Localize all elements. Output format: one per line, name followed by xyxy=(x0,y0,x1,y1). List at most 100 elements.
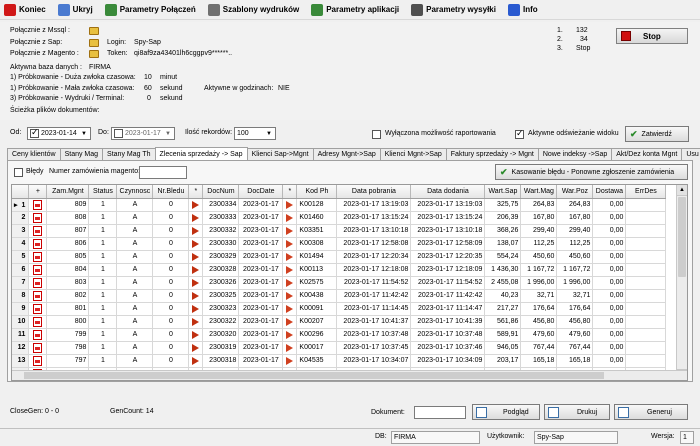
table-row[interactable]: 6 804 1 A 0 2300328 2023-01-17 K00113 2023-01-17… xyxy=(12,263,667,277)
column-header[interactable]: + xyxy=(28,185,48,199)
arrow-right-icon[interactable] xyxy=(192,239,200,248)
reporting-disabled-checkbox[interactable] xyxy=(372,130,381,139)
column-header[interactable]: * xyxy=(282,185,298,199)
tab-8[interactable]: Nowe indeksy ->Sap xyxy=(537,148,613,160)
scroll-thumb[interactable] xyxy=(678,197,686,277)
tab-0[interactable]: Ceny klientów xyxy=(7,148,61,160)
table-row[interactable]: 2 808 1 A 0 2300333 2023-01-17 K01460 2023-01-17… xyxy=(12,211,667,225)
pdf-document-icon[interactable] xyxy=(33,329,43,340)
date-to-checkbox[interactable] xyxy=(114,129,123,138)
column-header[interactable]: DocNum xyxy=(202,185,240,199)
tab-5[interactable]: Adresy Mgnt->Sap xyxy=(312,148,381,160)
date-from-picker[interactable]: 2023-01-14 ▼ xyxy=(27,127,91,140)
pdf-document-icon[interactable] xyxy=(33,303,43,314)
arrow-right-icon[interactable] xyxy=(192,291,200,300)
table-row[interactable]: 13 797 1 A 0 2300318 2023-01-17 K04535 2023-01-1… xyxy=(12,354,667,368)
arrow-right-icon[interactable] xyxy=(192,356,200,365)
pdf-document-icon[interactable] xyxy=(33,225,43,236)
order-number-input[interactable] xyxy=(139,166,187,179)
pdf-document-icon[interactable] xyxy=(33,277,43,288)
toolbar-button-0[interactable]: Koniec xyxy=(4,3,46,16)
arrow-right-icon[interactable] xyxy=(286,343,294,352)
arrow-right-icon[interactable] xyxy=(192,317,200,326)
arrow-right-icon[interactable] xyxy=(286,265,294,274)
arrow-right-icon[interactable] xyxy=(286,239,294,248)
pdf-document-icon[interactable] xyxy=(33,264,43,275)
table-row[interactable]: 10 800 1 A 0 2300322 2023-01-17 K00207 2023-01-1… xyxy=(12,315,667,329)
arrow-right-icon[interactable] xyxy=(286,317,294,326)
arrow-right-icon[interactable] xyxy=(192,200,200,209)
scroll-up-icon[interactable]: ▲ xyxy=(677,185,687,196)
toolbar-button-3[interactable]: Szablony wydruków xyxy=(207,3,299,16)
column-header[interactable]: Dostawa xyxy=(592,185,627,199)
active-refresh-checkbox[interactable] xyxy=(515,128,524,139)
arrow-right-icon[interactable] xyxy=(192,330,200,339)
pdf-document-icon[interactable] xyxy=(33,212,43,223)
table-row[interactable]: 9 801 1 A 0 2300323 2023-01-17 K00091 2023-01-17… xyxy=(12,302,667,316)
tab-2[interactable]: Stany Mag Th xyxy=(102,148,156,160)
table-row[interactable]: 12 798 1 A 0 2300319 2023-01-17 K00017 2023-01-1… xyxy=(12,341,667,355)
column-header[interactable]: Status xyxy=(88,185,118,199)
arrow-right-icon[interactable] xyxy=(192,226,200,235)
table-row[interactable]: 7 803 1 A 0 2300326 2023-01-17 K02575 2023-01-17… xyxy=(12,276,667,290)
arrow-right-icon[interactable] xyxy=(286,278,294,287)
arrow-right-icon[interactable] xyxy=(192,278,200,287)
column-header[interactable]: Wart.Sap xyxy=(484,185,522,199)
table-row[interactable]: 3 807 1 A 0 2300332 2023-01-17 K03351 2023-01-17… xyxy=(12,224,667,238)
toolbar-button-6[interactable]: Info xyxy=(507,3,538,16)
chevron-down-icon[interactable]: ▼ xyxy=(264,129,274,139)
arrow-right-icon[interactable] xyxy=(192,343,200,352)
tab-3[interactable]: Zlecenia sprzedaży -> Sap xyxy=(154,147,248,160)
column-header[interactable]: Czynnosc xyxy=(116,185,154,199)
tab-7[interactable]: Faktury sprzedaży -> Mgnt xyxy=(445,148,539,160)
table-row[interactable]: ▸ 1 809 1 A 0 2300334 2023-01-17 K00128 2023-01-1… xyxy=(12,198,667,212)
tab-1[interactable]: Stany Mag xyxy=(59,148,104,160)
column-header[interactable]: Wart.Mag xyxy=(520,185,558,199)
toolbar-button-2[interactable]: Parametry Połączeń xyxy=(104,3,196,16)
pdf-document-icon[interactable] xyxy=(33,251,43,262)
date-to-picker[interactable]: 2023-01-17 ▼ xyxy=(111,127,175,140)
tab-9[interactable]: Akt/Dez konta Mgnt xyxy=(611,148,683,160)
column-header[interactable]: ErrDes xyxy=(625,185,667,199)
column-header[interactable]: War.Poz xyxy=(556,185,594,199)
horizontal-scrollbar[interactable] xyxy=(12,370,687,380)
approve-button[interactable]: ✔ Zatwierdź xyxy=(625,126,689,142)
tab-6[interactable]: Klienci Mgnt->Sap xyxy=(379,148,447,160)
table-row[interactable]: 8 802 1 A 0 2300325 2023-01-17 K00438 2023-01-17… xyxy=(12,289,667,303)
chevron-down-icon[interactable]: ▼ xyxy=(163,129,173,139)
column-header[interactable]: DocDate xyxy=(238,185,284,199)
table-row[interactable]: 4 806 1 A 0 2300330 2023-01-17 K00308 2023-01-17… xyxy=(12,237,667,251)
arrow-right-icon[interactable] xyxy=(192,213,200,222)
pdf-document-icon[interactable] xyxy=(33,316,43,327)
tab-10[interactable]: Usu xyxy=(681,148,700,160)
column-header[interactable]: Data pobrania xyxy=(336,185,412,199)
toolbar-button-4[interactable]: Parametry aplikacji xyxy=(311,3,399,16)
resubmit-order-button[interactable]: ✔ Kasowanie błędu - Ponowne zgłoszenie z… xyxy=(495,164,688,180)
stop-button[interactable]: Stop xyxy=(616,28,688,44)
table-row[interactable]: 11 799 1 A 0 2300320 2023-01-17 K00296 2023-01-1… xyxy=(12,328,667,342)
pdf-document-icon[interactable] xyxy=(33,238,43,249)
toolbar-button-5[interactable]: Parametry wysyłki xyxy=(411,3,496,16)
errors-checkbox[interactable] xyxy=(14,168,23,177)
pdf-document-icon[interactable] xyxy=(33,355,43,366)
pdf-document-icon[interactable] xyxy=(33,342,43,353)
date-from-checkbox[interactable] xyxy=(30,127,39,138)
table-row[interactable]: 5 805 1 A 0 2300329 2023-01-17 K01494 2023-01-17… xyxy=(12,250,667,264)
generate-button[interactable]: Generuj xyxy=(614,404,688,420)
hscroll-thumb[interactable] xyxy=(24,372,604,379)
chevron-down-icon[interactable]: ▼ xyxy=(79,129,89,139)
table-row[interactable]: 157951A023003152023-01-17K000522023-01-1… xyxy=(12,380,666,381)
arrow-right-icon[interactable] xyxy=(192,304,200,313)
pdf-document-icon[interactable] xyxy=(33,199,43,210)
arrow-right-icon[interactable] xyxy=(192,252,200,261)
arrow-right-icon[interactable] xyxy=(286,330,294,339)
arrow-right-icon[interactable] xyxy=(286,200,294,209)
column-header[interactable] xyxy=(12,185,30,199)
pdf-document-icon[interactable] xyxy=(33,290,43,301)
record-count-select[interactable]: 100 ▼ xyxy=(234,127,276,140)
print-button[interactable]: Drukuj xyxy=(544,404,610,420)
arrow-right-icon[interactable] xyxy=(286,291,294,300)
column-header[interactable]: Nr.Bledu xyxy=(152,185,190,199)
document-input[interactable] xyxy=(414,406,466,419)
arrow-right-icon[interactable] xyxy=(286,213,294,222)
